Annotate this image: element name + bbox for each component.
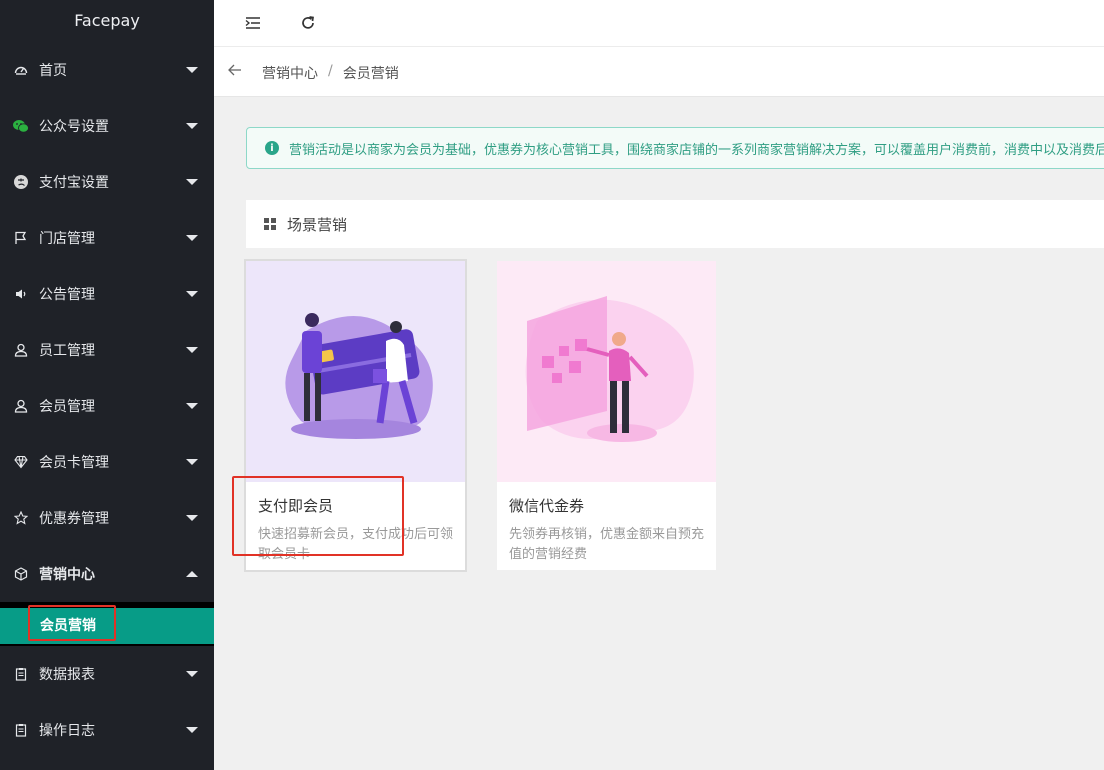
sidebar-item-label: 支付宝设置 — [39, 175, 109, 191]
clipboard-icon — [13, 722, 29, 738]
highlight-box — [28, 605, 116, 641]
info-alert: i 营销活动是以商家为会员为基础，优惠券为核心营销工具，围绕商家店铺的一系列商家… — [246, 127, 1104, 169]
user-icon — [13, 398, 29, 414]
sidebar-item-label: 操作日志 — [39, 723, 95, 739]
sidebar-item-staff-management[interactable]: 员工管理 — [0, 322, 214, 378]
caret-down-icon — [186, 403, 198, 409]
sidebar-item-label: 数据报表 — [39, 667, 95, 683]
caret-up-icon — [186, 571, 198, 577]
star-icon — [13, 510, 29, 526]
sidebar-item-label: 员工管理 — [39, 343, 95, 359]
sidebar-item-store-management[interactable]: 门店管理 — [0, 210, 214, 266]
sidebar-item-data-reports[interactable]: 数据报表 — [0, 646, 214, 702]
caret-down-icon — [186, 727, 198, 733]
sidebar-item-label: 会员卡管理 — [39, 455, 109, 471]
wechat-icon — [13, 118, 29, 134]
sidebar-subitem-member-marketing[interactable]: 会员营销 — [0, 605, 214, 644]
flag-icon — [13, 230, 29, 246]
sidebar-item-label: 公告管理 — [39, 287, 95, 303]
collapse-menu-icon[interactable] — [242, 12, 264, 34]
card-wechat-voucher[interactable]: 微信代金券 先领券再核销，优惠金额来自预充值的营销经费 — [497, 261, 716, 570]
alipay-icon — [13, 174, 29, 190]
highlight-box — [232, 476, 404, 556]
sidebar-item-label: 首页 — [39, 63, 67, 79]
sidebar-item-label: 公众号设置 — [39, 119, 109, 135]
card-description: 先领券再核销，优惠金额来自预充值的营销经费 — [509, 527, 705, 562]
sidebar-item-coupon-management[interactable]: 优惠券管理 — [0, 490, 214, 546]
card-title: 微信代金券 — [509, 497, 585, 515]
dashboard-icon — [13, 62, 29, 78]
user-icon — [13, 342, 29, 358]
caret-down-icon — [186, 347, 198, 353]
breadcrumb-separator: / — [328, 63, 333, 79]
refresh-icon[interactable] — [297, 12, 319, 34]
info-icon: i — [265, 141, 279, 155]
caret-down-icon — [186, 291, 198, 297]
breadcrumb: 营销中心 / 会员营销 — [262, 63, 399, 83]
sidebar-item-member-management[interactable]: 会员管理 — [0, 378, 214, 434]
caret-down-icon — [186, 671, 198, 677]
voucher-illustration — [497, 261, 716, 482]
sidebar-item-notice-management[interactable]: 公告管理 — [0, 266, 214, 322]
clipboard-icon — [13, 666, 29, 682]
top-toolbar — [214, 0, 1104, 47]
caret-down-icon — [186, 123, 198, 129]
grid-icon — [264, 218, 276, 230]
caret-down-icon — [186, 515, 198, 521]
sidebar-item-label: 营销中心 — [39, 567, 95, 583]
cube-icon — [13, 566, 29, 582]
info-alert-text: 营销活动是以商家为会员为基础，优惠券为核心营销工具，围绕商家店铺的一系列商家营销… — [289, 142, 1104, 158]
sidebar-item-marketing-center[interactable]: 营销中心 — [0, 546, 214, 602]
sidebar-item-operation-log[interactable]: 操作日志 — [0, 702, 214, 758]
breadcrumb-current: 会员营销 — [342, 66, 399, 82]
submenu-marketing-center: 会员营销 — [0, 602, 214, 646]
breadcrumb-parent[interactable]: 营销中心 — [262, 63, 318, 83]
diamond-icon — [13, 454, 29, 470]
sidebar-item-wechat-settings[interactable]: 公众号设置 — [0, 98, 214, 154]
sidebar-item-label: 会员管理 — [39, 399, 95, 415]
section-title: 场景营销 — [287, 215, 348, 234]
section-header: 场景营销 — [246, 200, 1104, 248]
caret-down-icon — [186, 179, 198, 185]
app-root: Facepay 首页 公众号设置 支付宝设置 门店管理 公告管理 员工管理 会员… — [0, 0, 1104, 770]
sidebar-item-label: 优惠券管理 — [39, 511, 109, 527]
sidebar-item-home[interactable]: 首页 — [0, 42, 214, 98]
sidebar-item-label: 门店管理 — [39, 231, 95, 247]
sidebar-item-alipay-settings[interactable]: 支付宝设置 — [0, 154, 214, 210]
back-arrow-icon[interactable] — [228, 64, 242, 80]
sidebar: Facepay 首页 公众号设置 支付宝设置 门店管理 公告管理 员工管理 会员… — [0, 0, 214, 770]
caret-down-icon — [186, 67, 198, 73]
caret-down-icon — [186, 235, 198, 241]
speaker-icon — [13, 286, 29, 302]
breadcrumb-bar: 营销中心 / 会员营销 — [214, 47, 1104, 97]
app-logo: Facepay — [74, 11, 140, 30]
sidebar-item-member-card-management[interactable]: 会员卡管理 — [0, 434, 214, 490]
member-card-illustration — [246, 261, 465, 482]
caret-down-icon — [186, 459, 198, 465]
